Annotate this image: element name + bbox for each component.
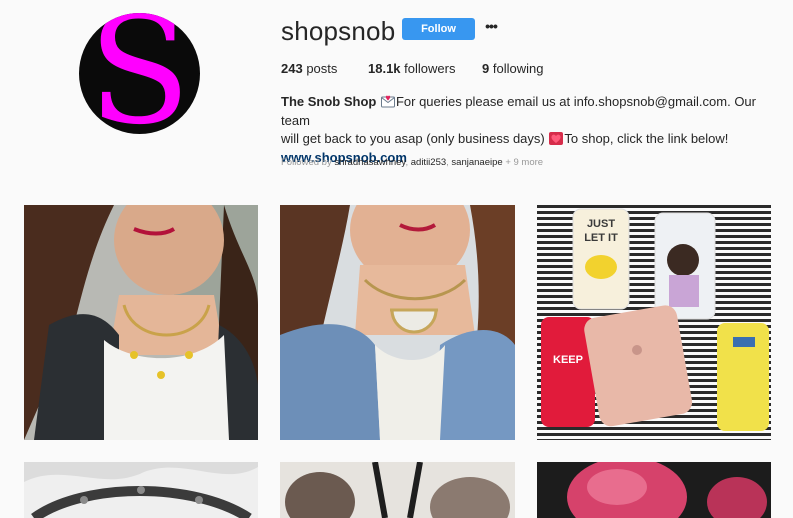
followed-by: Followed by shradhasawhney, aditii253, s…: [281, 157, 544, 168]
pink-accessory-photo-image: [537, 462, 771, 518]
followed-by-user[interactable]: shradhasawhney: [334, 157, 405, 168]
bio-line-1: The Snob Shop For queries please email u…: [281, 93, 781, 130]
follow-button[interactable]: Follow: [402, 18, 475, 40]
post-thumbnail-pompom-keychain[interactable]: [280, 462, 515, 518]
bio-text-3: To shop, click the link below!: [564, 131, 729, 146]
bio-text-2: will get back to you asap (only business…: [281, 131, 545, 146]
bio-name: The Snob Shop: [281, 94, 377, 109]
heart-decoration-icon: [549, 132, 564, 145]
posts-stat: 243 posts: [281, 61, 337, 76]
necklace-photo-image: [24, 205, 258, 440]
followed-by-more[interactable]: + 9 more: [505, 157, 543, 168]
choker-photo-image: [280, 205, 515, 440]
pompom-photo-image: [280, 462, 515, 518]
profile-avatar[interactable]: S: [79, 13, 200, 134]
followers-count: 18.1k: [368, 61, 401, 76]
svg-text:KEEP: KEEP: [553, 354, 583, 366]
phone-cases-photo-image: JUST LET IT KEEP: [537, 205, 771, 440]
svg-text:LET IT: LET IT: [584, 232, 618, 244]
more-options-icon[interactable]: •••: [482, 15, 500, 37]
avatar-logo-letter: S: [88, 13, 191, 134]
beaded-necklace-photo-image: [24, 462, 258, 518]
following-stat[interactable]: 9 following: [482, 61, 543, 76]
envelope-heart-icon: [380, 95, 395, 108]
bio-line-2: will get back to you asap (only business…: [281, 130, 781, 149]
posts-label: posts: [306, 61, 338, 76]
followers-stat[interactable]: 18.1k followers: [368, 61, 455, 76]
post-thumbnail-pink-accessory[interactable]: [537, 462, 771, 518]
post-thumbnail-pineapple-necklace[interactable]: [24, 205, 258, 440]
profile-bio: The Snob Shop For queries please email u…: [281, 93, 781, 167]
following-label: following: [492, 61, 544, 76]
followed-by-user[interactable]: aditii253: [411, 157, 446, 168]
post-thumbnail-half-moon-choker[interactable]: [280, 205, 515, 440]
followers-label: followers: [404, 61, 456, 76]
post-thumbnail-beaded-necklace[interactable]: [24, 462, 258, 518]
post-thumbnail-phone-cases[interactable]: JUST LET IT KEEP: [537, 205, 771, 440]
posts-count: 243: [281, 61, 303, 76]
followed-by-prefix: Followed by: [281, 157, 332, 168]
following-count: 9: [482, 61, 490, 76]
followed-by-user[interactable]: sanjanaeipe: [451, 157, 502, 168]
profile-username: shopsnob: [281, 16, 396, 46]
svg-text:JUST: JUST: [587, 218, 615, 230]
